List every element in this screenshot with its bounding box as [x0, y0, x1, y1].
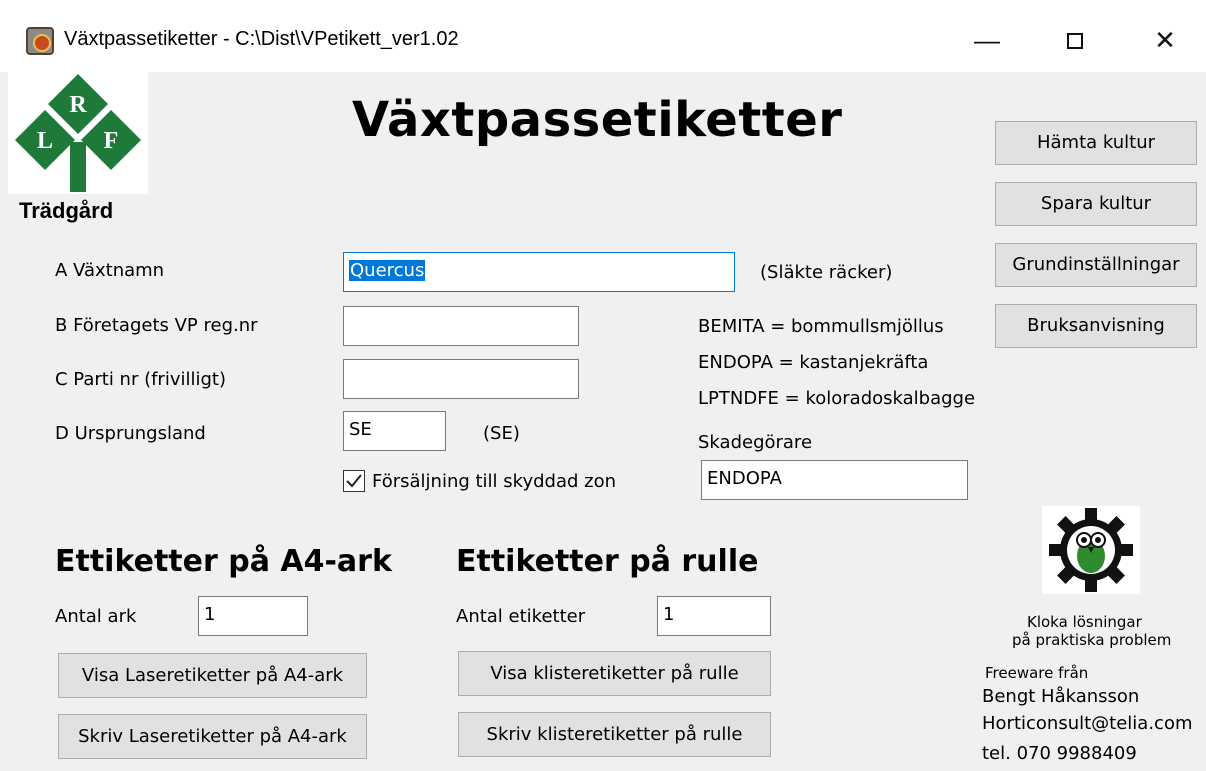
- author-phone: tel. 070 9988409: [982, 743, 1137, 764]
- close-button[interactable]: ✕: [1140, 20, 1190, 60]
- parti-nr-label: C Parti nr (frivilligt): [55, 369, 226, 390]
- ursprungsland-hint: (SE): [483, 423, 520, 444]
- lrf-logo: R L F: [8, 72, 148, 194]
- logo-letter-l: L: [37, 128, 53, 154]
- vaxtnamn-input[interactable]: Quercus: [343, 252, 735, 292]
- roll-heading: Ettiketter på rulle: [456, 544, 759, 579]
- skadegorare-label: Skadegörare: [698, 432, 813, 453]
- window-title: Växtpassetiketter - C:\Dist\VPetikett_ve…: [64, 28, 459, 50]
- logo-caption: Trädgård: [19, 198, 114, 223]
- visa-laseretiketter-button[interactable]: Visa Laseretiketter på A4-ark: [58, 653, 367, 698]
- slogan-line: Kloka lösningar: [1027, 613, 1142, 631]
- logo-letter-f: F: [104, 128, 119, 154]
- ursprungsland-label: D Ursprungsland: [55, 423, 206, 444]
- parti-nr-input[interactable]: [343, 359, 579, 399]
- slogan-line: på praktiska problem: [1012, 631, 1172, 649]
- app-icon[interactable]: [26, 27, 54, 55]
- antal-etiketter-input[interactable]: 1: [657, 596, 771, 636]
- skadegorare-input[interactable]: ENDOPA: [701, 460, 968, 500]
- skyddad-zon-checkbox[interactable]: [343, 470, 365, 492]
- a4-heading: Ettiketter på A4-ark: [55, 544, 392, 579]
- author-email: Horticonsult@telia.com: [982, 713, 1193, 734]
- skriv-klisteretiketter-button[interactable]: Skriv klisteretiketter på rulle: [458, 712, 771, 757]
- antal-ark-input[interactable]: 1: [198, 596, 308, 636]
- spara-kultur-button[interactable]: Spara kultur: [995, 182, 1197, 226]
- logo-letter-r: R: [69, 92, 87, 118]
- author-name: Bengt Håkansson: [982, 686, 1140, 707]
- bruksanvisning-button[interactable]: Bruksanvisning: [995, 304, 1197, 348]
- ursprungsland-input[interactable]: SE: [343, 411, 446, 451]
- maximize-button[interactable]: [1050, 20, 1100, 60]
- checkmark-icon: [346, 474, 362, 488]
- pest-line: ENDOPA = kastanjekräfta: [698, 352, 929, 373]
- vaxtnamn-label: A Växtnamn: [55, 260, 165, 281]
- minimize-button[interactable]: —: [962, 20, 1012, 60]
- page-title: Växtpassetiketter: [352, 92, 843, 148]
- vaxtnamn-hint: (Släkte räcker): [760, 262, 893, 283]
- antal-ark-label: Antal ark: [55, 606, 137, 627]
- vaxtnamn-value: Quercus: [349, 260, 426, 281]
- title-bar: Växtpassetiketter - C:\Dist\VPetikett_ve…: [0, 0, 1206, 72]
- vp-regnr-input[interactable]: [343, 306, 579, 346]
- pest-line: LPTNDFE = koloradoskalbagge: [698, 388, 976, 409]
- hamta-kultur-button[interactable]: Hämta kultur: [995, 121, 1197, 165]
- freeware-label: Freeware från: [985, 664, 1089, 682]
- visa-klisteretiketter-button[interactable]: Visa klisteretiketter på rulle: [458, 651, 771, 696]
- pest-line: BEMITA = bommullsmjöllus: [698, 316, 944, 337]
- close-icon: ✕: [1154, 25, 1176, 55]
- app-window: Växtpassetiketter - C:\Dist\VPetikett_ve…: [0, 0, 1206, 771]
- owl-gear-logo: [1042, 506, 1140, 594]
- skriv-laseretiketter-button[interactable]: Skriv Laseretiketter på A4-ark: [58, 714, 367, 759]
- vp-regnr-label: B Företagets VP reg.nr: [55, 315, 258, 336]
- minimize-icon: —: [974, 25, 1000, 55]
- skyddad-zon-label[interactable]: Försäljning till skyddad zon: [372, 471, 616, 492]
- antal-etiketter-label: Antal etiketter: [456, 606, 586, 627]
- grundinstallningar-button[interactable]: Grundinställningar: [995, 243, 1197, 287]
- maximize-icon: [1067, 33, 1083, 49]
